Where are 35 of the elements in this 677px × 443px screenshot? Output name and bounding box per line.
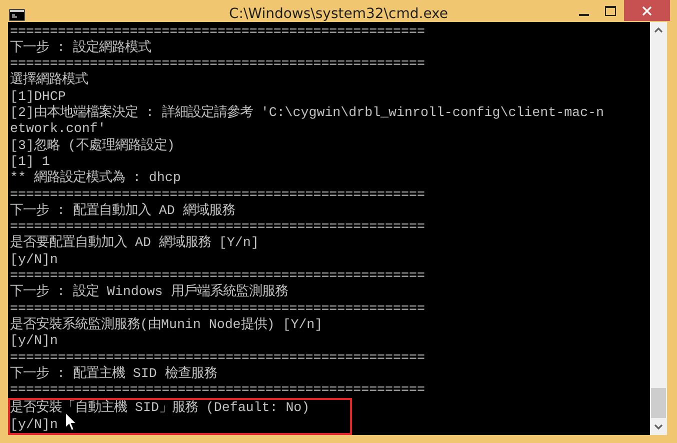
console-line: 是否安裝系統監測服務(由Munin Node提供) [Y/n]: [10, 316, 323, 334]
console-line: [3]忽略 (不處理網路設定): [10, 138, 175, 154]
console-line: 下一步 : 設定 Windows 用戶端系統監測服務: [10, 284, 288, 301]
console-line: [1]DHCP: [10, 88, 66, 104]
console-line: [1] 1: [10, 154, 50, 170]
maximize-icon: [605, 6, 616, 16]
console-line: ====================================================: [10, 56, 425, 72]
console-line: [y/N]n: [10, 416, 58, 433]
scroll-thumb[interactable]: [651, 388, 666, 418]
console-line: ====================================================: [10, 268, 425, 284]
console-line: 下一步 : 配置自動加入 AD 網域服務: [10, 202, 235, 220]
console-line: ====================================================: [10, 24, 425, 40]
console-line: ====================================================: [10, 382, 425, 398]
console-line: 下一步 : 配置主機 SID 檢查服務: [10, 366, 217, 382]
mouse-pointer-icon: [65, 412, 77, 431]
scroll-up-icon[interactable]: [654, 27, 663, 34]
console-line: 是否安裝「自動主機 SID」服務 (Default: No): [10, 400, 310, 417]
close-icon: [642, 6, 652, 16]
minimize-icon: [578, 14, 588, 16]
console-line: ** 網路設定模式為 : dhcp: [10, 170, 181, 187]
console-line: 是否要配置自動加入 AD 網域服務 [Y/n]: [10, 235, 259, 252]
console-line: [y/N]n: [10, 333, 58, 350]
console-line: ====================================================: [10, 300, 425, 316]
console-line: 下一步 : 設定網路模式: [10, 40, 151, 56]
console-line: ====================================================: [10, 186, 425, 202]
window-title: C:\Windows\system32\cmd.exe: [228, 6, 448, 22]
console-line: ====================================================: [10, 219, 425, 234]
console-line: ====================================================: [10, 350, 425, 366]
console-line: etwork.conf': [10, 121, 106, 138]
close-button[interactable]: [624, 0, 670, 21]
console-line: [y/N]n: [10, 252, 58, 268]
console-line: 選擇網路模式: [10, 72, 88, 89]
scroll-down-icon[interactable]: [654, 424, 663, 430]
scrollbar[interactable]: [650, 22, 667, 435]
console-line: [2]由本地端檔案決定 : 詳細設定請參考 'C:\cygwin\drbl_winroll-config\client-mac-n: [10, 105, 604, 122]
